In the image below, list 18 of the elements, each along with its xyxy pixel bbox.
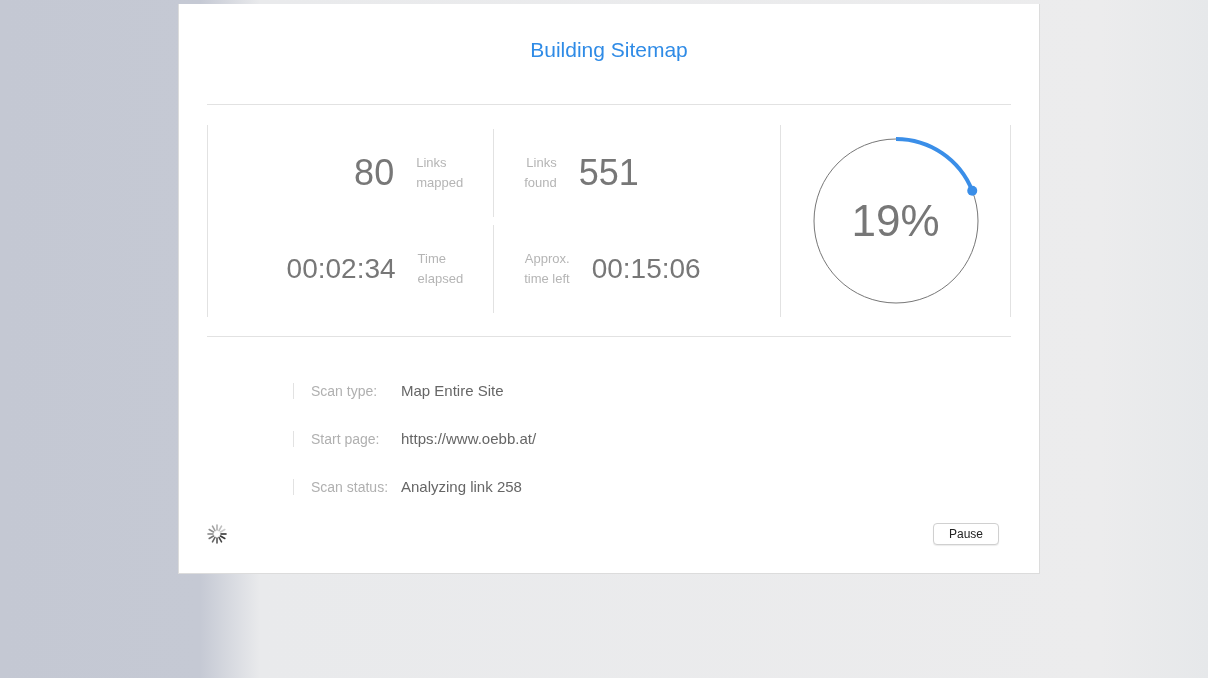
- detail-label: Scan type:: [311, 381, 379, 401]
- stat-label: Links mapped: [416, 154, 464, 192]
- stat-label: Approx. time left: [524, 250, 570, 288]
- stat-value: 551: [578, 155, 639, 191]
- spinner-icon: [207, 524, 227, 544]
- detail-label: Start page:: [311, 429, 381, 449]
- detail-value: https://www.oebb.at/: [401, 428, 537, 449]
- stat-value: 80: [354, 155, 395, 191]
- stat-label: Links found: [524, 154, 557, 192]
- stat-value: 00:15:06: [591, 255, 701, 283]
- dialog-title: Building Sitemap: [530, 38, 688, 61]
- detail-label: Scan status:: [311, 477, 390, 497]
- pause-button[interactable]: Pause: [932, 523, 999, 545]
- detail-value: Map Entire Site: [401, 380, 504, 401]
- stat-value: 00:02:34: [286, 255, 396, 283]
- detail-value: Analyzing link 258: [401, 476, 522, 497]
- stat-label: Time elapsed: [417, 250, 464, 288]
- progress-percentage: 19%: [851, 195, 940, 247]
